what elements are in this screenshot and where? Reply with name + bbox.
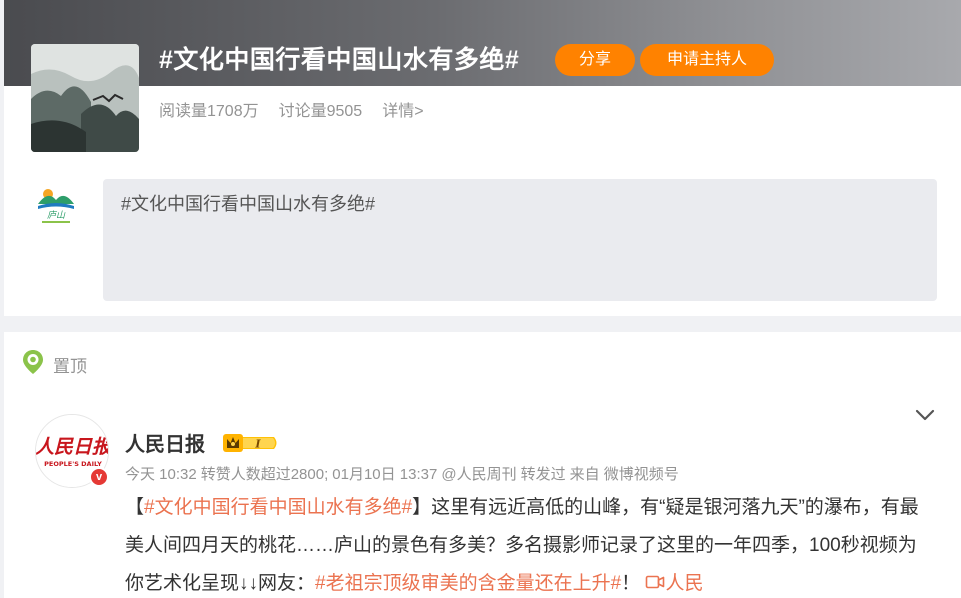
post-text: 【#文化中国行看中国山水有多绝#】这里有远近高低的山峰，有“疑是银河落九天”的瀑… bbox=[125, 489, 935, 598]
pin-icon bbox=[22, 349, 44, 380]
pin-label: 置顶 bbox=[53, 357, 87, 376]
vip-badge-icon[interactable]: I bbox=[222, 431, 280, 460]
topic-title: #文化中国行看中国山水有多绝# bbox=[159, 46, 520, 74]
original-time[interactable]: 01月10日 13:37 bbox=[332, 463, 437, 484]
repost-note: 转发过 bbox=[520, 466, 566, 483]
author-avatar[interactable]: 人民日报 PEOPLE'S DAILY v bbox=[35, 414, 109, 488]
video-link[interactable]: 人民 bbox=[645, 573, 703, 594]
post-time[interactable]: 今天 10:32 bbox=[125, 463, 197, 484]
apply-host-button[interactable]: 申请主持人 bbox=[640, 44, 774, 76]
vip-level: I bbox=[254, 438, 261, 451]
hashtag-link-topic[interactable]: #文化中国行看中国山水有多绝# bbox=[144, 497, 412, 518]
post-text-part2: ！ bbox=[621, 573, 641, 594]
details-link[interactable]: 详情> bbox=[382, 97, 423, 120]
hashtag-link-aesthetics[interactable]: #老祖宗顶级审美的含金量还在上升# bbox=[315, 573, 621, 594]
read-count: 阅读量1708万 bbox=[159, 103, 259, 120]
video-icon bbox=[646, 575, 665, 589]
author-name[interactable]: 人民日报 bbox=[125, 428, 205, 457]
post-meta: 今天 10:32 转赞人数超过2800; 01月10日 13:37 @人民周刊 … bbox=[125, 463, 679, 484]
share-button[interactable]: 分享 bbox=[555, 44, 635, 76]
video-link-label: 人民 bbox=[665, 573, 704, 594]
topic-stats: 阅读量1708万 讨论量9505 详情> bbox=[159, 97, 424, 120]
discussion-count: 讨论量9505 bbox=[278, 103, 363, 120]
logo-text-en: PEOPLE'S DAILY bbox=[44, 460, 102, 468]
original-author[interactable]: @人民周刊 bbox=[441, 463, 516, 484]
post-source: 来自 微博视频号 bbox=[569, 466, 679, 483]
logo-text-cn: 人民日报 bbox=[36, 436, 108, 458]
user-avatar[interactable]: 庐山 bbox=[34, 182, 78, 226]
compose-input[interactable]: #文化中国行看中国山水有多绝# bbox=[103, 179, 937, 301]
pin-indicator: 置顶 bbox=[22, 349, 87, 380]
composer: 庐山 #文化中国行看中国山水有多绝# bbox=[4, 172, 961, 316]
topic-cover-image bbox=[31, 44, 139, 152]
open-bracket: 【 bbox=[125, 497, 145, 518]
chevron-down-icon[interactable] bbox=[915, 408, 935, 427]
pinned-post-card: 置顶 人民日报 PEOPLE'S DAILY v 人民日报 I 今天 10:32… bbox=[4, 332, 961, 598]
likes-note: 转赞人数超过2800; bbox=[200, 466, 329, 483]
svg-text:庐山: 庐山 bbox=[47, 210, 66, 221]
topic-header: #文化中国行看中国山水有多绝# 分享 申请主持人 阅读量1708万 讨论量950… bbox=[4, 0, 961, 172]
verified-badge-icon: v bbox=[89, 467, 109, 487]
